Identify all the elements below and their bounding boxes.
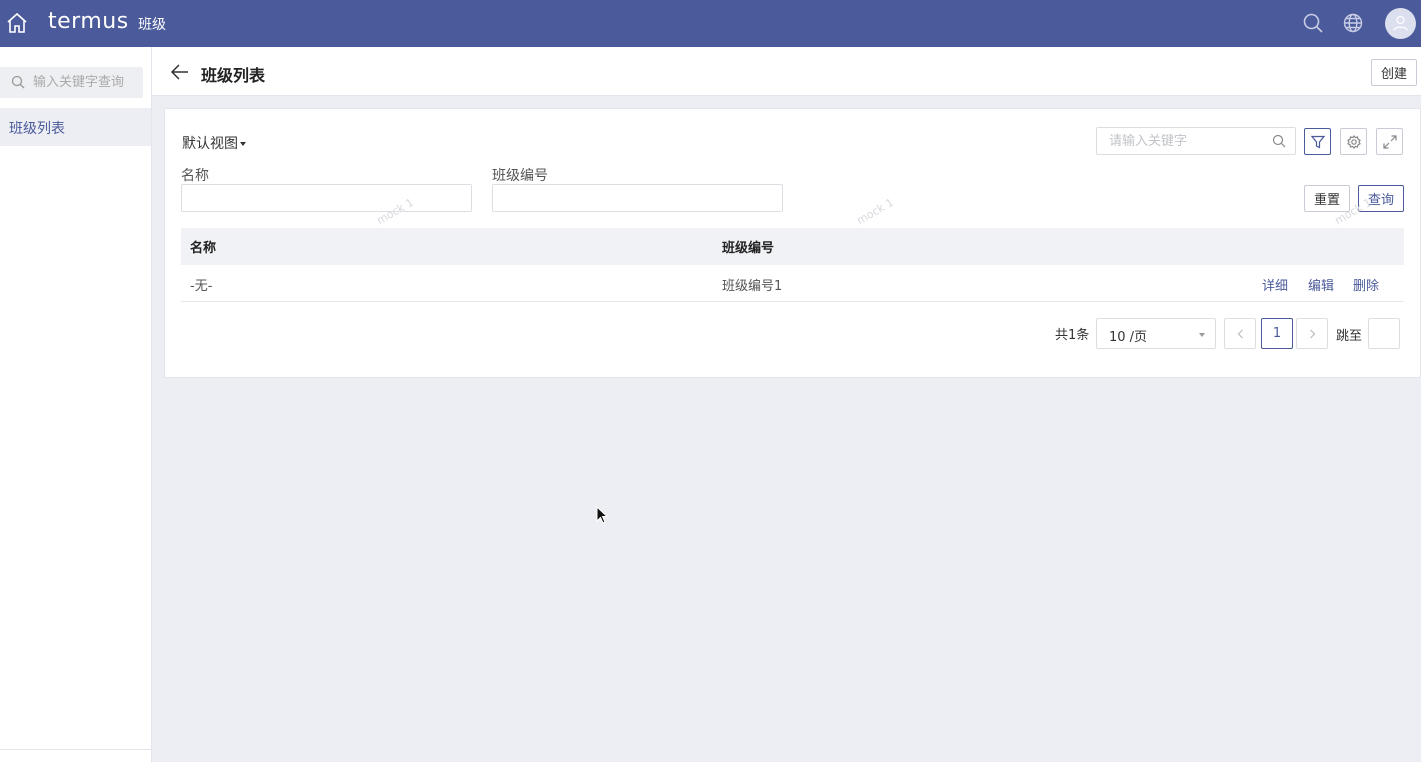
caret-down-icon [1199, 333, 1205, 337]
search-icon[interactable] [1302, 12, 1324, 34]
chevron-left-icon [1237, 329, 1243, 339]
sidebar-search[interactable] [0, 67, 143, 98]
table-row: -无- 班级编号1 详细 编辑 删除 [181, 265, 1404, 302]
prev-page-button[interactable] [1224, 318, 1256, 349]
page-size-select[interactable]: 10 /页 [1096, 318, 1216, 349]
name-field-input[interactable] [181, 184, 472, 212]
name-field-label: 名称 [181, 168, 209, 184]
view-selector-label: 默认视图 [182, 136, 238, 152]
globe-icon[interactable] [1342, 12, 1364, 34]
query-button[interactable]: 查询 [1358, 185, 1404, 212]
search-icon[interactable] [1272, 134, 1286, 148]
settings-button[interactable] [1340, 128, 1367, 155]
pagination-total: 共1条 [1055, 328, 1090, 343]
divider [0, 749, 151, 750]
delete-link[interactable]: 删除 [1353, 275, 1379, 294]
search-icon [11, 75, 25, 89]
filter-icon [1311, 135, 1325, 149]
app-title: 班级 [138, 17, 166, 33]
app-logo[interactable]: termus [48, 9, 129, 34]
sidebar-search-input[interactable] [33, 67, 141, 98]
user-avatar[interactable] [1385, 8, 1416, 39]
jump-to-label: 跳至 [1336, 329, 1363, 344]
data-table: 名称 班级编号 -无- 班级编号1 详细 编辑 删除 [181, 228, 1404, 302]
expand-icon [1383, 135, 1397, 149]
gear-icon [1347, 135, 1361, 149]
column-header-class-code[interactable]: 班级编号 [722, 237, 774, 256]
keyword-search-input[interactable] [1109, 128, 1269, 154]
sidebar-item-class-list[interactable]: 班级列表 [0, 108, 151, 146]
chevron-right-icon [1310, 329, 1316, 339]
class-code-field-label: 班级编号 [492, 168, 548, 184]
filter-button[interactable] [1304, 128, 1331, 155]
edit-link[interactable]: 编辑 [1308, 275, 1334, 294]
keyword-search[interactable] [1096, 127, 1296, 155]
back-arrow-icon[interactable] [170, 63, 190, 81]
page-size-value: 10 /页 [1109, 330, 1148, 345]
mouse-cursor-icon [596, 506, 608, 524]
reset-button[interactable]: 重置 [1304, 185, 1350, 212]
detail-link[interactable]: 详细 [1262, 275, 1288, 294]
home-icon[interactable] [5, 11, 29, 35]
caret-down-icon [240, 142, 246, 146]
list-card: 默认视图 名称 班级编号 重置 查询 名称 班级编号 -无- 班级编号1 [164, 108, 1421, 378]
cell-name: -无- [190, 279, 213, 294]
view-selector[interactable]: 默认视图 [182, 133, 246, 153]
page-title: 班级列表 [201, 66, 266, 85]
user-icon [1393, 15, 1408, 31]
create-button[interactable]: 创建 [1371, 59, 1417, 86]
page-number-current[interactable]: 1 [1261, 318, 1293, 349]
fullscreen-button[interactable] [1376, 128, 1403, 155]
next-page-button[interactable] [1296, 318, 1328, 349]
jump-to-page-input[interactable] [1368, 318, 1400, 349]
sidebar: 班级列表 [0, 47, 152, 762]
top-navigation-bar: termus 班级 [0, 0, 1421, 47]
page-header: 班级列表 创建 [152, 47, 1421, 96]
table-header: 名称 班级编号 [181, 228, 1404, 265]
column-header-name[interactable]: 名称 [190, 237, 216, 256]
cell-class-code: 班级编号1 [722, 279, 783, 294]
class-code-field-input[interactable] [492, 184, 783, 212]
watermark: mock 1 [854, 195, 896, 228]
